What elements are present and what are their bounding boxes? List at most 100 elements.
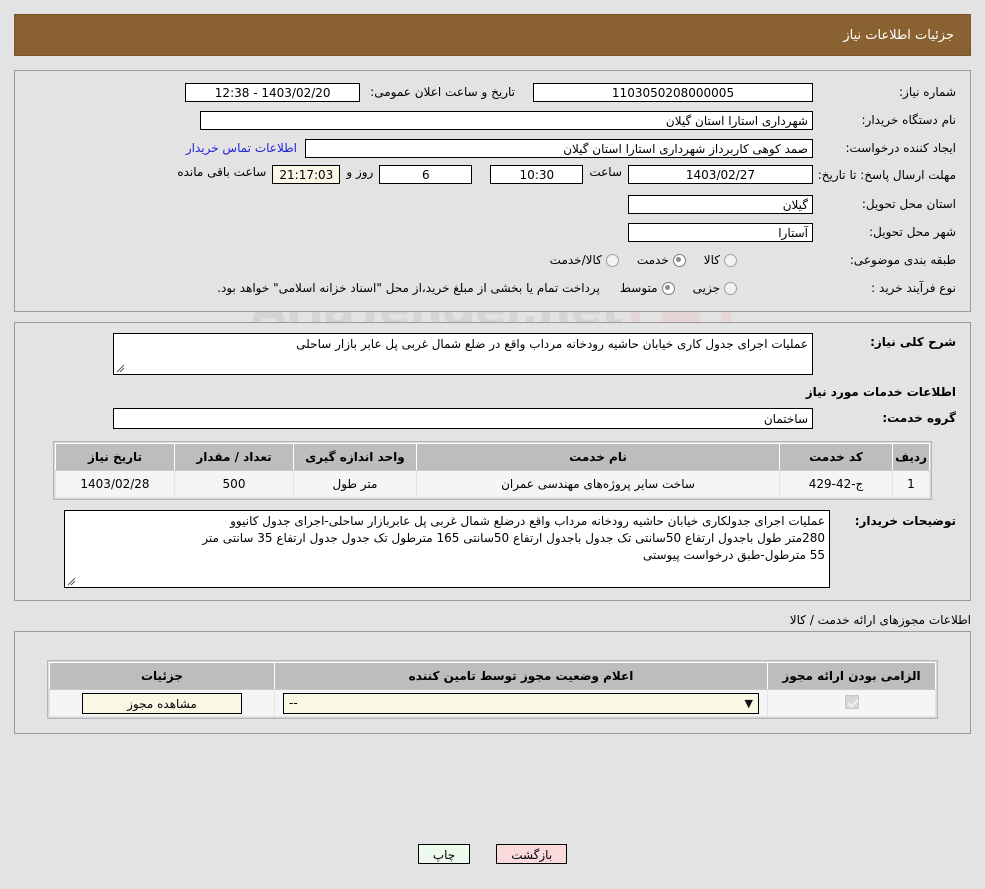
countdown-label: ساعت باقی مانده [177, 165, 267, 179]
process-radio-group: جزیی متوسط [606, 281, 737, 295]
cell-license-status: ▼ -- [274, 689, 768, 717]
service-group-label: گروه خدمت: [882, 411, 956, 425]
process-label: نوع فرآیند خرید : [871, 281, 956, 295]
city-field[interactable]: آستارا [628, 222, 813, 242]
license-status-select[interactable]: ▼ -- [283, 692, 759, 714]
table-row: 1 ج-42-429 ساخت سایر پروژه‌های مهندسی عم… [55, 470, 930, 498]
licenses-section-title: اطلاعات مجوزهای ارائه خدمت / کالا [789, 613, 971, 627]
remaining-days-field: 6 [379, 165, 473, 184]
row-description: شرح کلی نیاز: عملیات اجرای جدول کاری خیا… [29, 333, 956, 375]
col-unit: واحد اندازه گیری [293, 443, 417, 471]
licenses-table-header-row: الزامی بودن ارائه مجوز اعلام وضعیت مجوز … [49, 662, 936, 690]
services-table-wrapper: ردیف کد خدمت نام خدمت واحد اندازه گیری ت… [53, 441, 932, 500]
deadline-label: مهلت ارسال پاسخ: تا تاریخ: [817, 168, 956, 182]
cell-unit: متر طول [293, 470, 417, 498]
description-label: شرح کلی نیاز: [870, 335, 956, 349]
row-buyer-notes: توضیحات خریدار: عملیات اجرای جدولکاری خی… [29, 510, 956, 588]
buyer-org-label: نام دستگاه خریدار: [861, 113, 957, 127]
row-service-group: گروه خدمت: ساختمان [29, 407, 956, 429]
license-status-value: -- [289, 695, 298, 710]
resize-grip-icon[interactable] [67, 577, 76, 586]
deadline-hour-label: ساعت [589, 165, 622, 179]
province-field[interactable]: گیلان [628, 194, 813, 214]
cell-code: ج-42-429 [779, 470, 893, 498]
countdown-field: 21:17:03 [272, 165, 341, 184]
radio-category-kala-label: کالا [703, 253, 720, 267]
license-required-checkbox [844, 694, 859, 709]
page-title: جزئیات اطلاعات نیاز [843, 27, 954, 43]
radio-process-jozei-label: جزیی [692, 281, 720, 295]
process-note: پرداخت تمام یا بخشی از مبلغ خرید،از محل … [217, 281, 600, 295]
licenses-panel: الزامی بودن ارائه مجوز اعلام وضعیت مجوز … [14, 631, 971, 734]
chevron-down-icon: ▼ [744, 696, 753, 710]
announce-label: تاریخ و ساعت اعلان عمومی: [370, 85, 515, 99]
resize-grip-icon[interactable] [116, 364, 125, 373]
col-radif: ردیف [892, 443, 930, 471]
row-category: طبقه بندی موضوعی: کالا خدمت کالا/خدمت [29, 249, 956, 271]
radio-process-motavaset-label: متوسط [619, 281, 658, 295]
buyer-org-field[interactable]: شهرداری استارا استان گیلان [200, 110, 813, 130]
row-city: شهر محل تحویل: آستارا [29, 221, 956, 243]
col-date: تاریخ نیاز [55, 443, 175, 471]
col-license-required: الزامی بودن ارائه مجوز [767, 662, 936, 690]
radio-process-motavaset[interactable] [661, 281, 675, 295]
services-table: ردیف کد خدمت نام خدمت واحد اندازه گیری ت… [55, 443, 930, 498]
licenses-table-wrapper: الزامی بودن ارائه مجوز اعلام وضعیت مجوز … [47, 660, 938, 719]
table-row: ▼ -- مشاهده مجوز [49, 689, 936, 717]
services-table-header-row: ردیف کد خدمت نام خدمت واحد اندازه گیری ت… [55, 443, 930, 471]
radio-category-kala-khedmat-label: کالا/خدمت [549, 253, 602, 267]
col-code: کد خدمت [779, 443, 893, 471]
footer-actions: بازگشت چاپ [0, 844, 985, 864]
cell-date: 1403/02/28 [55, 470, 175, 498]
description-text: عملیات اجرای جدول کاری خیابان حاشیه رودخ… [296, 337, 808, 351]
buyer-notes-line-3: 55 مترطول-طبق درخواست پیوستی [642, 548, 825, 562]
row-province: استان محل تحویل: گیلان [29, 193, 956, 215]
need-description-panel: شرح کلی نیاز: عملیات اجرای جدول کاری خیا… [14, 322, 971, 601]
deadline-hour-field[interactable]: 10:30 [490, 165, 584, 184]
col-license-status: اعلام وضعیت مجوز توسط تامین کننده [274, 662, 768, 690]
row-deadline: مهلت ارسال پاسخ: تا تاریخ: 1403/02/27 سا… [29, 165, 956, 187]
page-title-bar: جزئیات اطلاعات نیاز [14, 14, 971, 56]
row-requester: ایجاد کننده درخواست: صمد کوهی کاربرداز ش… [29, 137, 956, 159]
buyer-notes-line-2: 280متر طول باجدول ارتفاع 50سانتی تک جدول… [202, 531, 825, 545]
need-info-panel: شماره نیاز: 1103050208000005 تاریخ و ساع… [14, 70, 971, 312]
row-process-type: نوع فرآیند خرید : جزیی متوسط پرداخت تمام… [29, 277, 956, 299]
requester-label: ایجاد کننده درخواست: [845, 141, 956, 155]
city-label: شهر محل تحویل: [869, 225, 956, 239]
buyer-contact-link[interactable]: اطلاعات تماس خریدار [186, 141, 297, 155]
radio-category-kala[interactable] [724, 253, 737, 267]
category-radio-group: کالا خدمت کالا/خدمت [536, 253, 737, 267]
back-button[interactable]: بازگشت [496, 844, 568, 864]
print-button[interactable]: چاپ [417, 844, 471, 864]
services-section-title: اطلاعات خدمات مورد نیاز [805, 385, 956, 399]
buyer-notes-textarea[interactable]: عملیات اجرای جدولکاری خیابان حاشیه رودخا… [64, 510, 830, 588]
col-qty: تعداد / مقدار [174, 443, 294, 471]
cell-license-details: مشاهده مجوز [49, 689, 275, 717]
service-group-field[interactable]: ساختمان [113, 407, 813, 429]
category-label: طبقه بندی موضوعی: [849, 253, 956, 267]
buyer-notes-line-1: عملیات اجرای جدولکاری خیابان حاشیه رودخا… [230, 514, 825, 528]
announce-datetime-field[interactable]: 1403/02/20 - 12:38 [185, 82, 361, 102]
row-need-number: شماره نیاز: 1103050208000005 تاریخ و ساع… [29, 81, 956, 103]
view-license-button[interactable]: مشاهده مجوز [82, 692, 242, 714]
col-name: نام خدمت [416, 443, 780, 471]
description-textarea[interactable]: عملیات اجرای جدول کاری خیابان حاشیه رودخ… [113, 333, 813, 375]
requester-field[interactable]: صمد کوهی کاربرداز شهرداری استارا استان گ… [305, 138, 813, 158]
radio-category-khedmat-label: خدمت [636, 253, 669, 267]
remaining-days-label: روز و [346, 165, 374, 179]
cell-radif: 1 [892, 470, 930, 498]
row-buyer-org: نام دستگاه خریدار: شهرداری استارا استان … [29, 109, 956, 131]
radio-category-khedmat[interactable] [672, 253, 686, 267]
province-label: استان محل تحویل: [861, 197, 956, 211]
licenses-table: الزامی بودن ارائه مجوز اعلام وضعیت مجوز … [49, 662, 936, 717]
radio-category-kala-khedmat[interactable] [605, 253, 619, 267]
need-number-label: شماره نیاز: [899, 85, 956, 99]
cell-qty: 500 [174, 470, 294, 498]
need-number-field[interactable]: 1103050208000005 [533, 82, 813, 102]
cell-name: ساخت سایر پروژه‌های مهندسی عمران [416, 470, 780, 498]
deadline-date-field[interactable]: 1403/02/27 [628, 165, 813, 184]
radio-process-jozei[interactable] [724, 281, 737, 295]
cell-license-required [767, 689, 936, 717]
buyer-notes-label: توضیحات خریدار: [854, 514, 956, 528]
col-license-details: جزئیات [49, 662, 275, 690]
